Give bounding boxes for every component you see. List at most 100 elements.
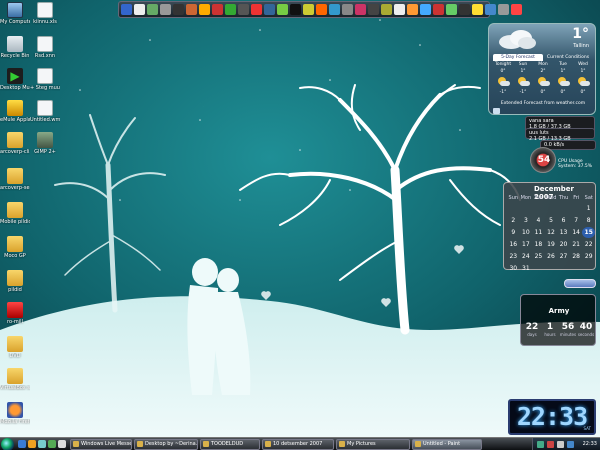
calendar-gadget[interactable]: December 2007 Sun Mon Tue Wed Thu Fri Sat 1234… bbox=[503, 182, 596, 272]
calendar-day[interactable]: 19 bbox=[545, 239, 558, 250]
weather-footer-link[interactable]: Extended Forecast from weather.com bbox=[493, 101, 593, 106]
dock-app-icon[interactable] bbox=[277, 4, 288, 15]
tab-5-day-forecast[interactable]: 5-Day Forecast bbox=[493, 54, 543, 61]
calendar-day[interactable]: 10 bbox=[520, 227, 533, 238]
start-button[interactable] bbox=[1, 438, 14, 450]
desktop-icon-folder-virtualbox[interactable]: VirtualBox s... bbox=[0, 368, 30, 391]
desktop-icon-file-rsd[interactable]: Rsd.xnn bbox=[30, 36, 60, 59]
weather-gadget[interactable]: 1° Tallinn 5-Day Forecast Current Condit… bbox=[488, 23, 596, 115]
desktop-icon-firefox[interactable]: Mozilla Firefox bbox=[0, 402, 30, 425]
desktop-icon-recycle-bin[interactable]: Recycle Bin bbox=[0, 36, 30, 59]
calendar-day[interactable]: 23 bbox=[507, 251, 520, 262]
calendar-day[interactable]: 26 bbox=[545, 251, 558, 262]
tray-antivirus-icon[interactable] bbox=[547, 441, 554, 448]
desktop-icon-gimp[interactable]: GIMP 2+ bbox=[30, 132, 60, 155]
calendar-today[interactable]: 15 bbox=[582, 227, 595, 238]
calendar-day[interactable]: 22 bbox=[582, 239, 595, 250]
calendar-day[interactable]: 8 bbox=[582, 215, 595, 226]
weather-options-button[interactable] bbox=[493, 108, 500, 114]
calendar-day[interactable]: 28 bbox=[570, 251, 583, 262]
dock-app-icon[interactable] bbox=[485, 4, 496, 15]
desktop-icon-untitled[interactable]: Untitled.wmv bbox=[30, 100, 60, 123]
calendar-day[interactable]: 27 bbox=[557, 251, 570, 262]
firefox-icon[interactable] bbox=[28, 440, 36, 448]
calendar-day[interactable]: 31 bbox=[520, 263, 533, 274]
desktop-icon-applause[interactable]: eMule Applause bbox=[0, 100, 30, 123]
calendar-day[interactable]: 16 bbox=[507, 239, 520, 250]
taskbar-button[interactable]: Untitled - Paint bbox=[412, 439, 482, 450]
dock-app-icon[interactable] bbox=[251, 4, 262, 15]
tray-messenger-icon[interactable] bbox=[567, 441, 574, 448]
tray-network-icon[interactable] bbox=[537, 441, 544, 448]
calendar-day[interactable]: 2 bbox=[507, 215, 520, 226]
dock-app-icon[interactable] bbox=[433, 4, 444, 15]
calendar-day[interactable]: 5 bbox=[545, 215, 558, 226]
dock-app-icon[interactable] bbox=[238, 4, 249, 15]
dock-app-icon[interactable] bbox=[316, 4, 327, 15]
tray-clock[interactable]: 22:33 bbox=[583, 441, 597, 447]
taskbar-button[interactable]: 10 detsember 2007 bbox=[262, 439, 334, 450]
calendar-day[interactable]: 9 bbox=[507, 227, 520, 238]
dock-app-icon[interactable] bbox=[160, 4, 171, 15]
dock-app-icon[interactable] bbox=[420, 4, 431, 15]
calendar-day[interactable]: 11 bbox=[532, 227, 545, 238]
desktop-icon-folder-pildid[interactable]: pildid bbox=[0, 270, 30, 293]
desktop-icon-folder-dvd[interactable]: DVD bbox=[0, 336, 30, 359]
calendar-day[interactable]: 13 bbox=[557, 227, 570, 238]
desktop-icon-app-red[interactable]: ro-mill bbox=[0, 302, 30, 325]
calendar-day[interactable]: 7 bbox=[570, 215, 583, 226]
calendar-day[interactable]: 12 bbox=[545, 227, 558, 238]
taskbar-button[interactable]: TOODELDUD bbox=[200, 439, 260, 450]
dock-app-icon[interactable] bbox=[186, 4, 197, 15]
calendar-day[interactable]: 25 bbox=[532, 251, 545, 262]
calendar-day[interactable]: 29 bbox=[582, 251, 595, 262]
desktop-icon-folder-1[interactable]: arcoverp-cli... bbox=[0, 132, 30, 155]
tab-current-conditions[interactable]: Current Conditions bbox=[543, 54, 593, 61]
dock-app-icon[interactable] bbox=[212, 4, 223, 15]
dock-app-icon[interactable] bbox=[225, 4, 236, 15]
dock-app-icon[interactable] bbox=[264, 4, 275, 15]
calendar-day[interactable]: 24 bbox=[520, 251, 533, 262]
dock-app-icon[interactable] bbox=[459, 4, 470, 15]
dock-app-icon[interactable] bbox=[511, 4, 522, 15]
desktop-icon-my-computer[interactable]: My Computer bbox=[0, 2, 30, 25]
tray-volume-icon[interactable] bbox=[557, 441, 564, 448]
dock-app-icon[interactable] bbox=[121, 4, 132, 15]
dock-app-icon[interactable] bbox=[290, 4, 301, 15]
dock-app-icon[interactable] bbox=[147, 4, 158, 15]
desktop-icon-file-muusika[interactable]: + Steg muusi...nnn bbox=[30, 68, 60, 91]
desktop-icon-folder-moco[interactable]: Moco GP bbox=[0, 236, 30, 259]
dock-app-icon[interactable] bbox=[368, 4, 379, 15]
dock-app-icon[interactable] bbox=[498, 4, 509, 15]
desktop-icon-folder-2[interactable]: arcoverp-se... bbox=[0, 168, 30, 191]
calendar-day[interactable]: 14 bbox=[570, 227, 583, 238]
dock-app-icon[interactable] bbox=[199, 4, 210, 15]
dock-app-icon[interactable] bbox=[342, 4, 353, 15]
calendar-day[interactable]: 17 bbox=[520, 239, 533, 250]
calendar-day[interactable]: 21 bbox=[570, 239, 583, 250]
dock-app-icon[interactable] bbox=[355, 4, 366, 15]
calendar-day[interactable]: 6 bbox=[557, 215, 570, 226]
switch-windows-icon[interactable] bbox=[58, 440, 66, 448]
show-desktop-icon[interactable] bbox=[18, 440, 26, 448]
calendar-day[interactable]: 3 bbox=[520, 215, 533, 226]
desktop-icon-desktop-music[interactable]: Desktop Music bbox=[0, 68, 30, 91]
dock-app-icon[interactable] bbox=[407, 4, 418, 15]
calendar-day[interactable]: 18 bbox=[532, 239, 545, 250]
calendar-day[interactable]: 20 bbox=[557, 239, 570, 250]
calendar-day[interactable]: 1 bbox=[582, 203, 595, 214]
media-icon[interactable] bbox=[48, 440, 56, 448]
gadget-control-bar[interactable] bbox=[564, 279, 596, 288]
desktop-icon-kiinnu-xls[interactable]: kiinnu.xls bbox=[30, 2, 60, 25]
dock-app-icon[interactable] bbox=[303, 4, 314, 15]
dock-app-icon[interactable] bbox=[329, 4, 340, 15]
desktop-icon-folder-mobile[interactable]: Mobile pildid bbox=[0, 202, 30, 225]
ie-icon[interactable] bbox=[38, 440, 46, 448]
dock-app-icon[interactable] bbox=[472, 4, 483, 15]
dock-app-icon[interactable] bbox=[446, 4, 457, 15]
dock-app-icon[interactable] bbox=[394, 4, 405, 15]
taskbar-button[interactable]: Desktop by ~Derina... bbox=[134, 439, 198, 450]
taskbar-button[interactable]: My Pictures bbox=[336, 439, 410, 450]
dock-app-icon[interactable] bbox=[134, 4, 145, 15]
dock-app-icon[interactable] bbox=[173, 4, 184, 15]
